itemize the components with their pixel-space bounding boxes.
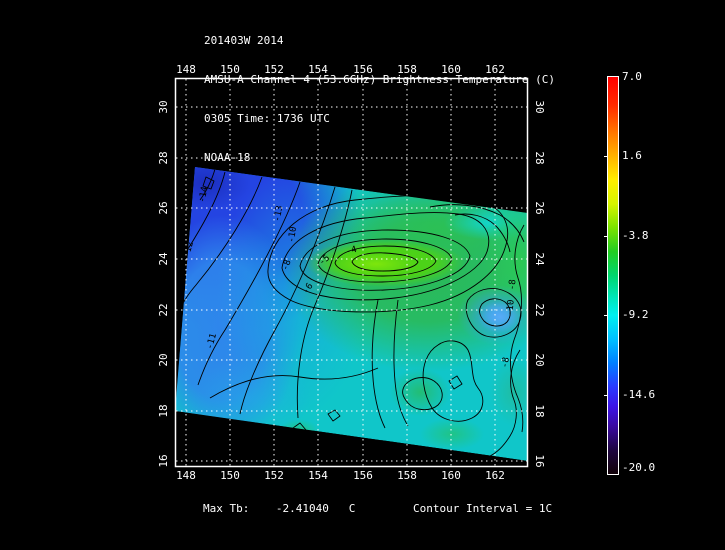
x-tick-bottom-158: 158	[392, 470, 422, 482]
y-tick-left-16: 16	[158, 446, 170, 476]
x-tick-bottom-152: 152	[259, 470, 289, 482]
y-tick-left-28: 28	[158, 143, 170, 173]
x-tick-bottom-162: 162	[480, 470, 510, 482]
colorbar-label-1.6: 1.6	[622, 150, 642, 162]
bottom-right-teal	[490, 358, 538, 426]
bottom-green-spot-3	[279, 419, 319, 443]
y-tick-right-26: 26	[533, 193, 545, 223]
contour-label: -8	[500, 356, 512, 368]
x-tick-bottom-150: 150	[215, 470, 245, 482]
y-tick-right-16: 16	[533, 446, 545, 476]
y-tick-right-18: 18	[533, 396, 545, 426]
colorbar-label--20.0: -20.0	[622, 462, 655, 474]
bottom-green-spot-2	[420, 418, 484, 450]
colorbar-tick	[604, 236, 607, 237]
y-tick-left-30: 30	[158, 92, 170, 122]
colorbar-label--9.2: -9.2	[622, 309, 649, 321]
x-tick-top-148: 148	[171, 64, 201, 76]
y-tick-right-30: 30	[533, 92, 545, 122]
x-tick-top-156: 156	[348, 64, 378, 76]
colorbar-tick	[604, 315, 607, 316]
y-tick-right-24: 24	[533, 244, 545, 274]
y-tick-left-24: 24	[158, 244, 170, 274]
y-tick-left-18: 18	[158, 396, 170, 426]
colorbar-tick	[604, 156, 607, 157]
x-tick-top-162: 162	[480, 64, 510, 76]
bottom-green-spot-1	[390, 368, 450, 416]
x-tick-top-154: 154	[303, 64, 333, 76]
y-tick-left-20: 20	[158, 345, 170, 375]
y-tick-right-22: 22	[533, 295, 545, 325]
y-tick-left-22: 22	[158, 295, 170, 325]
x-tick-top-160: 160	[436, 64, 466, 76]
x-tick-top-150: 150	[215, 64, 245, 76]
colorbar-label--3.8: -3.8	[622, 230, 649, 242]
colorbar-tick	[604, 395, 607, 396]
amsu-plot-screen: 201403W 2014 AMSU-A Channel 4 (53.6GHz) …	[0, 0, 725, 550]
y-tick-right-20: 20	[533, 345, 545, 375]
x-tick-top-152: 152	[259, 64, 289, 76]
contour-label: -10	[505, 299, 516, 316]
colorbar	[607, 76, 619, 475]
y-tick-right-28: 28	[533, 143, 545, 173]
max-tb-annotation: Max Tb: -2.41040 C	[203, 502, 355, 515]
y-tick-left-26: 26	[158, 193, 170, 223]
contour-label: -8	[508, 279, 519, 291]
swath-color-field: -14 -13 -12 -11 -10 -8 -6 -5 -4 -8 -10 -…	[102, 103, 573, 461]
colorbar-label-7.0: 7.0	[622, 71, 642, 83]
x-tick-bottom-160: 160	[436, 470, 466, 482]
x-tick-bottom-148: 148	[171, 470, 201, 482]
x-tick-bottom-154: 154	[303, 470, 333, 482]
x-tick-bottom-156: 156	[348, 470, 378, 482]
x-tick-top-158: 158	[392, 64, 422, 76]
contour-interval-annotation: Contour Interval = 1C	[413, 502, 552, 515]
colorbar-label--14.6: -14.6	[622, 389, 655, 401]
